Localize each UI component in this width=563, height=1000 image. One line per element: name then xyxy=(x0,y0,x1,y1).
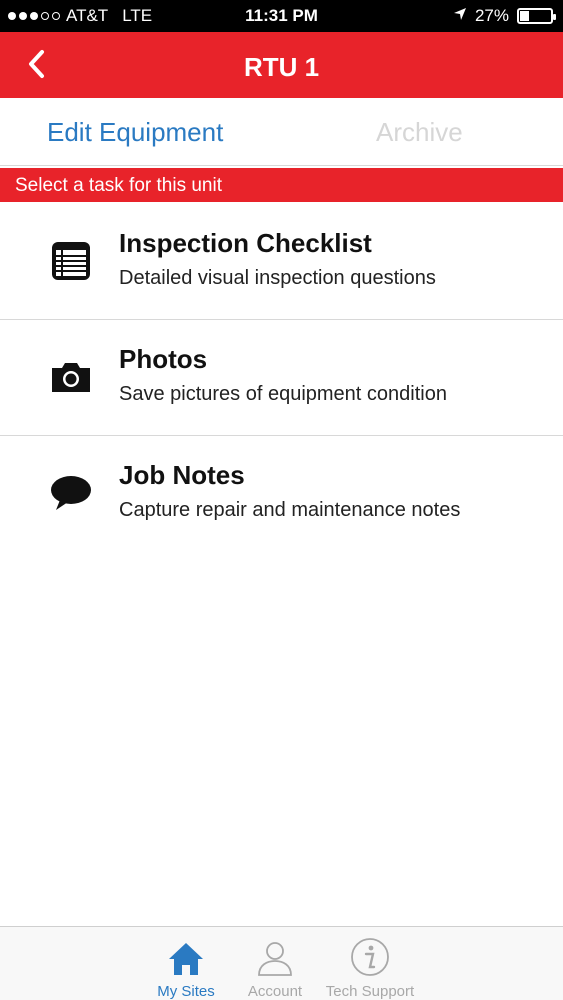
tab-tech-support[interactable]: Tech Support xyxy=(320,935,420,1000)
task-item-photos[interactable]: Photos Save pictures of equipment condit… xyxy=(0,320,563,436)
tab-label: Tech Support xyxy=(325,983,415,1000)
tab-label: My Sites xyxy=(157,983,215,1000)
task-title: Job Notes xyxy=(119,460,245,490)
navigation-bar: RTU 1 xyxy=(0,32,563,98)
location-arrow-icon xyxy=(453,6,467,26)
task-item-job-notes[interactable]: Job Notes Capture repair and maintenance… xyxy=(0,436,563,552)
task-item-inspection-checklist[interactable]: Inspection Checklist Detailed visual ins… xyxy=(0,204,563,320)
task-subtitle: Save pictures of equipment condition xyxy=(119,383,447,405)
tab-my-sites[interactable]: My Sites xyxy=(136,935,236,1000)
task-title: Inspection Checklist xyxy=(119,228,372,258)
checklist-icon xyxy=(50,240,92,282)
task-subtitle: Capture repair and maintenance notes xyxy=(119,499,461,521)
battery-fill xyxy=(520,11,529,21)
action-row: Edit Equipment Archive xyxy=(0,98,563,166)
edit-equipment-button[interactable]: Edit Equipment xyxy=(47,117,223,148)
info-icon xyxy=(320,935,420,977)
status-bar: AT&T LTE 11:31 PM 27% xyxy=(0,0,563,32)
status-right: 27% xyxy=(453,6,556,26)
page-title: RTU 1 xyxy=(243,52,320,82)
task-list: Inspection Checklist Detailed visual ins… xyxy=(0,204,563,552)
tab-account[interactable]: Account xyxy=(225,935,325,1000)
home-icon xyxy=(136,935,236,977)
speech-bubble-icon xyxy=(50,472,92,514)
tab-bar: My Sites Account Tech Support xyxy=(0,926,563,1000)
archive-button[interactable]: Archive xyxy=(376,117,463,148)
section-banner: Select a task for this unit xyxy=(0,168,563,202)
tab-label: Account xyxy=(247,983,303,1000)
battery-percent: 27% xyxy=(474,6,509,25)
user-icon xyxy=(225,935,325,977)
task-subtitle: Detailed visual inspection questions xyxy=(119,267,436,289)
camera-icon xyxy=(50,356,92,398)
task-title: Photos xyxy=(119,344,208,374)
battery-icon xyxy=(517,8,556,24)
